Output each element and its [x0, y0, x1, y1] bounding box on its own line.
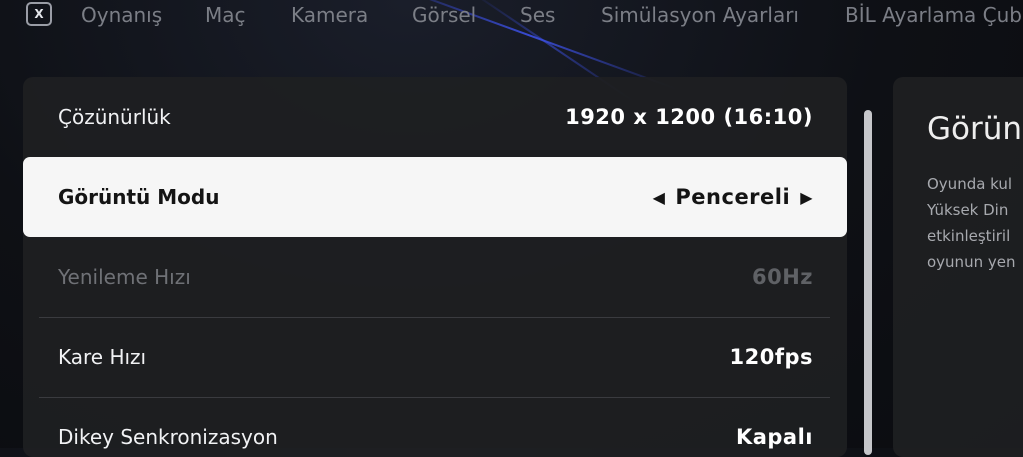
- setting-row-refresh-rate: Yenileme Hızı 60Hz: [23, 237, 847, 317]
- top-navigation: X Oynanış Maç Kamera Görsel Ses Simülasy…: [0, 0, 1023, 32]
- setting-label: Yenileme Hızı: [58, 265, 191, 289]
- triangle-right-icon[interactable]: ▶: [800, 188, 813, 207]
- setting-label: Dikey Senkronizasyon: [58, 425, 278, 449]
- tab-ses[interactable]: Ses: [520, 3, 555, 27]
- setting-row-display-mode[interactable]: Görüntü Modu ◀ Pencereli ▶: [23, 157, 847, 237]
- setting-value-selector: ◀ Pencereli ▶: [653, 157, 813, 237]
- setting-label: Kare Hızı: [58, 345, 147, 369]
- close-key-button[interactable]: X: [26, 2, 52, 26]
- setting-value: 60Hz: [751, 265, 813, 289]
- tab-oynanis[interactable]: Oynanış: [81, 3, 162, 27]
- tab-gorsel[interactable]: Görsel: [412, 3, 476, 27]
- tab-kamera[interactable]: Kamera: [291, 3, 368, 27]
- tab-bil-ayarlama[interactable]: BİL Ayarlama Çub: [845, 3, 1022, 27]
- scrollbar[interactable]: [864, 110, 872, 455]
- info-title: Görün: [927, 111, 1023, 147]
- setting-value: Kapalı: [735, 425, 813, 449]
- settings-panel: Çözünürlük 1920 x 1200 (16:10) Görüntü M…: [23, 77, 847, 457]
- setting-label: Görüntü Modu: [58, 185, 220, 209]
- setting-value: 1920 x 1200 (16:10): [565, 105, 813, 129]
- setting-row-frame-rate[interactable]: Kare Hızı 120fps: [23, 317, 847, 397]
- setting-row-resolution[interactable]: Çözünürlük 1920 x 1200 (16:10): [23, 77, 847, 157]
- setting-value: Pencereli: [675, 185, 791, 209]
- tab-simulasyon-ayarlari[interactable]: Simülasyon Ayarları: [601, 3, 799, 27]
- info-panel: Görün Oyunda kul Yüksek Din etkinleştiri…: [893, 77, 1023, 457]
- setting-row-vsync[interactable]: Dikey Senkronizasyon Kapalı: [23, 397, 847, 457]
- info-description: Oyunda kul Yüksek Din etkinleştiril oyun…: [927, 175, 1016, 271]
- tab-mac[interactable]: Maç: [205, 3, 246, 27]
- triangle-left-icon[interactable]: ◀: [653, 188, 666, 207]
- setting-label: Çözünürlük: [58, 105, 171, 129]
- setting-value: 120fps: [729, 345, 813, 369]
